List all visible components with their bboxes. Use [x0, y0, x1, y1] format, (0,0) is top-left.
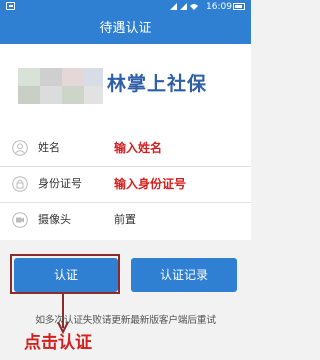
- name-input-hint[interactable]: 输入姓名: [114, 130, 162, 166]
- person-icon: [12, 140, 28, 156]
- lock-icon: [12, 176, 28, 192]
- nav-bar: 待遇认证: [0, 14, 251, 44]
- page-title: 待遇认证: [99, 21, 152, 36]
- signal-wifi-icon: [170, 3, 198, 10]
- status-time: 16:09: [206, 2, 232, 12]
- status-bar: 16:09: [0, 0, 251, 14]
- id-number-label: 身份证号: [38, 177, 82, 190]
- verify-form: 姓名 输入姓名 身份证号 输入身份证号 摄像头 前置: [0, 130, 251, 240]
- highlight-box: [10, 254, 120, 294]
- camera-row[interactable]: 摄像头 前置: [0, 202, 251, 238]
- click-verify-hint: 点击认证: [24, 333, 92, 353]
- app-logo-text: 林掌上社保: [107, 73, 208, 95]
- retry-tip: 如多次认证失败请更新最新版客户端后重试: [35, 315, 216, 326]
- verify-record-button[interactable]: 认证记录: [131, 258, 237, 292]
- blurred-logo-image: [18, 68, 103, 104]
- camera-label: 摄像头: [38, 213, 71, 226]
- name-row[interactable]: 姓名 输入姓名: [0, 130, 251, 166]
- notification-icon: [6, 2, 15, 10]
- name-label: 姓名: [38, 141, 60, 154]
- camera-icon: [12, 212, 28, 228]
- camera-value[interactable]: 前置: [114, 202, 136, 238]
- id-number-row[interactable]: 身份证号 输入身份证号: [0, 166, 251, 202]
- id-number-input-hint[interactable]: 输入身份证号: [114, 166, 186, 202]
- battery-icon: [233, 3, 245, 10]
- logo-banner: 林掌上社保: [0, 44, 251, 130]
